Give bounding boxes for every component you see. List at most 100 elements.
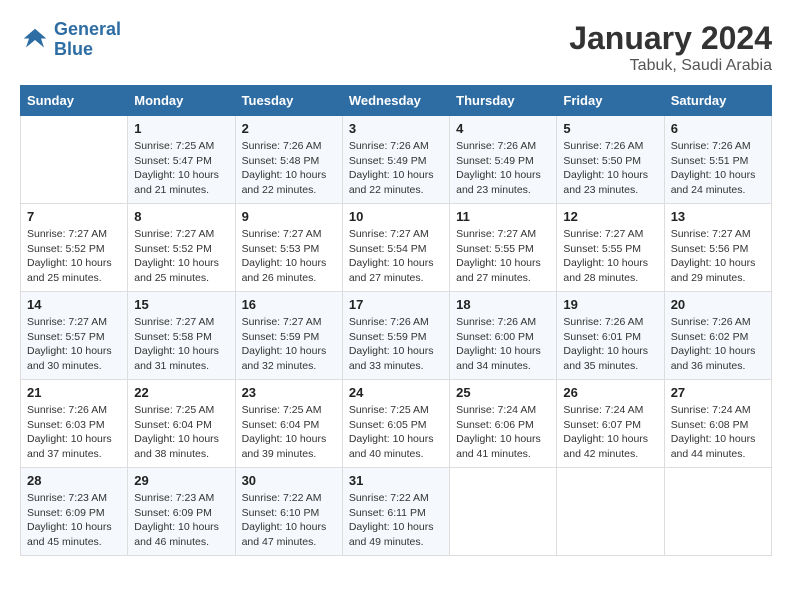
calendar-cell: 8Sunrise: 7:27 AMSunset: 5:52 PMDaylight… <box>128 204 235 292</box>
calendar-cell: 26 Sunrise: 7:24 AMSunset: 6:07 PMDayligh… <box>557 380 664 468</box>
calendar-cell: 19 Sunrise: 7:26 AMSunset: 6:01 PMDayligh… <box>557 292 664 380</box>
calendar-cell <box>664 468 771 556</box>
calendar-cell: 20 Sunrise: 7:26 AMSunset: 6:02 PMDayligh… <box>664 292 771 380</box>
calendar-cell: 12Sunrise: 7:27 AMSunset: 5:55 PMDayligh… <box>557 204 664 292</box>
weekday-header: Wednesday <box>342 86 449 116</box>
weekday-header: Saturday <box>664 86 771 116</box>
logo-text: General Blue <box>54 20 121 60</box>
calendar-week-row: 1 Sunrise: 7:25 AMSunset: 5:47 PMDaylight… <box>21 116 772 204</box>
calendar-cell <box>21 116 128 204</box>
day-number: 30 <box>242 473 336 488</box>
weekday-header: Monday <box>128 86 235 116</box>
day-number: 7 <box>27 209 121 224</box>
day-info: Sunrise: 7:25 AMSunset: 6:04 PMDaylight:… <box>134 403 228 462</box>
calendar-cell: 2 Sunrise: 7:26 AMSunset: 5:48 PMDaylight… <box>235 116 342 204</box>
day-info: Sunrise: 7:26 AMSunset: 6:00 PMDaylight:… <box>456 315 550 374</box>
calendar-cell: 5 Sunrise: 7:26 AMSunset: 5:50 PMDaylight… <box>557 116 664 204</box>
logo: General Blue <box>20 20 121 60</box>
day-info: Sunrise: 7:27 AMSunset: 5:52 PMDaylight:… <box>27 227 121 286</box>
calendar-week-row: 14 Sunrise: 7:27 AMSunset: 5:57 PMDayligh… <box>21 292 772 380</box>
day-info: Sunrise: 7:26 AMSunset: 5:49 PMDaylight:… <box>349 139 443 198</box>
calendar-cell: 24 Sunrise: 7:25 AMSunset: 6:05 PMDayligh… <box>342 380 449 468</box>
day-number: 26 <box>563 385 657 400</box>
day-number: 10 <box>349 209 443 224</box>
day-info: Sunrise: 7:23 AMSunset: 6:09 PMDaylight:… <box>134 491 228 550</box>
day-number: 2 <box>242 121 336 136</box>
day-number: 23 <box>242 385 336 400</box>
day-info: Sunrise: 7:25 AMSunset: 6:04 PMDaylight:… <box>242 403 336 462</box>
logo-icon <box>20 25 50 55</box>
day-number: 5 <box>563 121 657 136</box>
calendar-week-row: 28 Sunrise: 7:23 AMSunset: 6:09 PMDayligh… <box>21 468 772 556</box>
day-info: Sunrise: 7:25 AMSunset: 5:47 PMDaylight:… <box>134 139 228 198</box>
weekday-header: Sunday <box>21 86 128 116</box>
day-info: Sunrise: 7:27 AMSunset: 5:57 PMDaylight:… <box>27 315 121 374</box>
day-number: 1 <box>134 121 228 136</box>
month-title: January 2024 <box>569 20 772 57</box>
calendar-cell: 29Sunrise: 7:23 AMSunset: 6:09 PMDayligh… <box>128 468 235 556</box>
calendar-header-row: SundayMondayTuesdayWednesdayThursdayFrid… <box>21 86 772 116</box>
day-number: 28 <box>27 473 121 488</box>
calendar-cell: 30 Sunrise: 7:22 AMSunset: 6:10 PMDayligh… <box>235 468 342 556</box>
calendar-cell: 11Sunrise: 7:27 AMSunset: 5:55 PMDayligh… <box>450 204 557 292</box>
day-info: Sunrise: 7:27 AMSunset: 5:53 PMDaylight:… <box>242 227 336 286</box>
day-info: Sunrise: 7:26 AMSunset: 5:48 PMDaylight:… <box>242 139 336 198</box>
day-info: Sunrise: 7:27 AMSunset: 5:58 PMDaylight:… <box>134 315 228 374</box>
day-number: 4 <box>456 121 550 136</box>
weekday-header: Thursday <box>450 86 557 116</box>
day-number: 19 <box>563 297 657 312</box>
calendar-cell: 17 Sunrise: 7:26 AMSunset: 5:59 PMDayligh… <box>342 292 449 380</box>
calendar-cell: 6Sunrise: 7:26 AMSunset: 5:51 PMDaylight… <box>664 116 771 204</box>
calendar-cell: 3 Sunrise: 7:26 AMSunset: 5:49 PMDaylight… <box>342 116 449 204</box>
day-info: Sunrise: 7:26 AMSunset: 5:50 PMDaylight:… <box>563 139 657 198</box>
calendar-cell: 14 Sunrise: 7:27 AMSunset: 5:57 PMDayligh… <box>21 292 128 380</box>
day-number: 20 <box>671 297 765 312</box>
day-number: 3 <box>349 121 443 136</box>
day-number: 31 <box>349 473 443 488</box>
day-info: Sunrise: 7:24 AMSunset: 6:08 PMDaylight:… <box>671 403 765 462</box>
day-info: Sunrise: 7:22 AMSunset: 6:11 PMDaylight:… <box>349 491 443 550</box>
day-info: Sunrise: 7:24 AMSunset: 6:07 PMDaylight:… <box>563 403 657 462</box>
day-info: Sunrise: 7:27 AMSunset: 5:56 PMDaylight:… <box>671 227 765 286</box>
day-info: Sunrise: 7:22 AMSunset: 6:10 PMDaylight:… <box>242 491 336 550</box>
day-number: 18 <box>456 297 550 312</box>
calendar-cell: 15Sunrise: 7:27 AMSunset: 5:58 PMDayligh… <box>128 292 235 380</box>
day-info: Sunrise: 7:23 AMSunset: 6:09 PMDaylight:… <box>27 491 121 550</box>
day-info: Sunrise: 7:26 AMSunset: 5:59 PMDaylight:… <box>349 315 443 374</box>
day-number: 9 <box>242 209 336 224</box>
location: Tabuk, Saudi Arabia <box>569 57 772 75</box>
weekday-header: Friday <box>557 86 664 116</box>
day-number: 24 <box>349 385 443 400</box>
calendar-cell: 21Sunrise: 7:26 AMSunset: 6:03 PMDayligh… <box>21 380 128 468</box>
calendar-cell: 31 Sunrise: 7:22 AMSunset: 6:11 PMDayligh… <box>342 468 449 556</box>
day-info: Sunrise: 7:27 AMSunset: 5:52 PMDaylight:… <box>134 227 228 286</box>
day-number: 14 <box>27 297 121 312</box>
calendar-week-row: 7 Sunrise: 7:27 AMSunset: 5:52 PMDaylight… <box>21 204 772 292</box>
calendar-cell: 10 Sunrise: 7:27 AMSunset: 5:54 PMDayligh… <box>342 204 449 292</box>
day-number: 27 <box>671 385 765 400</box>
calendar-cell: 7 Sunrise: 7:27 AMSunset: 5:52 PMDaylight… <box>21 204 128 292</box>
weekday-header: Tuesday <box>235 86 342 116</box>
calendar-week-row: 21Sunrise: 7:26 AMSunset: 6:03 PMDayligh… <box>21 380 772 468</box>
day-info: Sunrise: 7:26 AMSunset: 6:01 PMDaylight:… <box>563 315 657 374</box>
calendar-cell: 13Sunrise: 7:27 AMSunset: 5:56 PMDayligh… <box>664 204 771 292</box>
day-info: Sunrise: 7:26 AMSunset: 6:02 PMDaylight:… <box>671 315 765 374</box>
title-block: January 2024 Tabuk, Saudi Arabia <box>569 20 772 75</box>
day-number: 22 <box>134 385 228 400</box>
day-info: Sunrise: 7:26 AMSunset: 5:49 PMDaylight:… <box>456 139 550 198</box>
day-number: 11 <box>456 209 550 224</box>
day-info: Sunrise: 7:27 AMSunset: 5:54 PMDaylight:… <box>349 227 443 286</box>
day-info: Sunrise: 7:26 AMSunset: 6:03 PMDaylight:… <box>27 403 121 462</box>
day-number: 17 <box>349 297 443 312</box>
calendar-cell: 25Sunrise: 7:24 AMSunset: 6:06 PMDayligh… <box>450 380 557 468</box>
day-info: Sunrise: 7:27 AMSunset: 5:59 PMDaylight:… <box>242 315 336 374</box>
calendar-cell: 16Sunrise: 7:27 AMSunset: 5:59 PMDayligh… <box>235 292 342 380</box>
calendar-cell: 4 Sunrise: 7:26 AMSunset: 5:49 PMDaylight… <box>450 116 557 204</box>
day-number: 25 <box>456 385 550 400</box>
calendar-cell <box>450 468 557 556</box>
page-header: General Blue January 2024 Tabuk, Saudi A… <box>20 20 772 75</box>
calendar-table: SundayMondayTuesdayWednesdayThursdayFrid… <box>20 85 772 556</box>
day-info: Sunrise: 7:26 AMSunset: 5:51 PMDaylight:… <box>671 139 765 198</box>
day-info: Sunrise: 7:25 AMSunset: 6:05 PMDaylight:… <box>349 403 443 462</box>
calendar-cell: 22 Sunrise: 7:25 AMSunset: 6:04 PMDayligh… <box>128 380 235 468</box>
